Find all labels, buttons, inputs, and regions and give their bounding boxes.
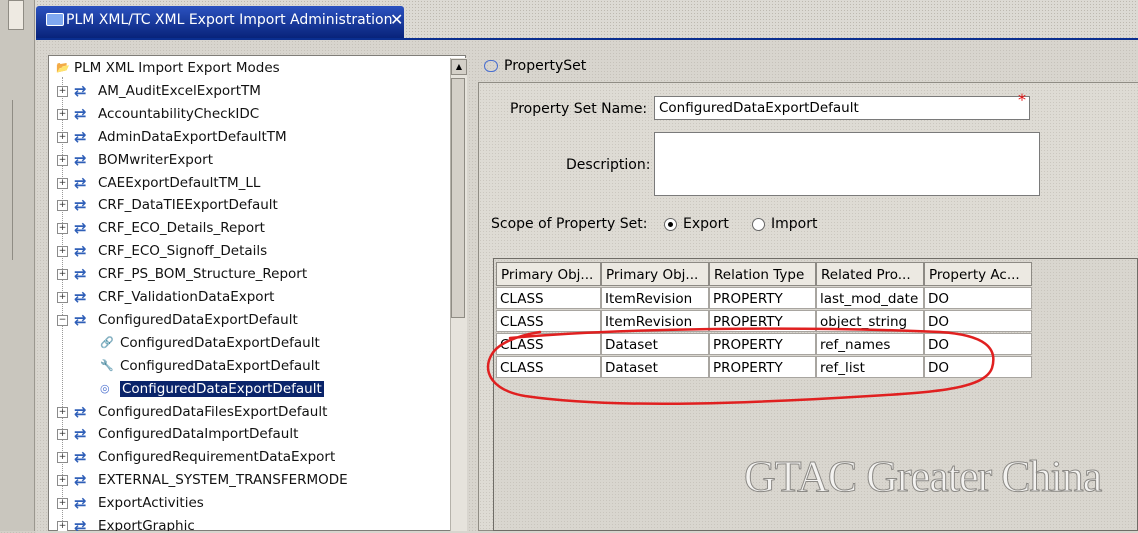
- tree-item[interactable]: ExportActivities: [98, 492, 204, 514]
- column-header[interactable]: Relation Type: [709, 262, 816, 286]
- tree-item[interactable]: ConfiguredDataFilesExportDefault: [98, 401, 327, 423]
- collapse-icon[interactable]: −: [57, 314, 68, 326]
- tree-item[interactable]: ConfiguredDataImportDefault: [98, 423, 298, 445]
- property-set-icon: [484, 60, 498, 72]
- transfer-mode-icon: ⇄: [74, 196, 87, 215]
- expand-icon[interactable]: +: [57, 154, 68, 166]
- annotation-circle: [486, 327, 995, 406]
- expand-icon[interactable]: +: [57, 429, 68, 441]
- scrollbar-thumb[interactable]: [451, 78, 465, 318]
- tree-item[interactable]: CRF_ECO_Signoff_Details: [98, 240, 267, 262]
- scope-export-label: Export: [683, 216, 729, 232]
- expand-icon[interactable]: +: [57, 108, 68, 120]
- tree-root-label: PLM XML Import Export Modes: [74, 60, 280, 76]
- transfer-mode-icon: ⇄: [74, 150, 87, 169]
- column-header[interactable]: Property Ac...: [924, 262, 1032, 286]
- transfer-mode-icon: ⇄: [74, 517, 87, 531]
- dock-divider: [12, 100, 31, 260]
- expand-icon[interactable]: +: [57, 406, 68, 418]
- expand-icon[interactable]: +: [57, 452, 68, 464]
- property-set-name-label: Property Set Name:: [510, 101, 648, 117]
- transfer-mode-icon: ⇄: [74, 425, 87, 444]
- transfer-mode-icon: ⇄: [74, 265, 87, 284]
- tree-child-item[interactable]: ConfiguredDataExportDefault: [119, 378, 325, 400]
- transfer-mode-icon: ⇄: [74, 448, 87, 467]
- column-header[interactable]: Primary Obj...: [601, 262, 709, 286]
- tree-item[interactable]: EXTERNAL_SYSTEM_TRANSFERMODE: [98, 469, 348, 491]
- required-indicator: *: [1018, 90, 1026, 109]
- application-icon: [46, 13, 64, 26]
- tree-item[interactable]: CRF_ECO_Details_Report: [98, 217, 265, 239]
- dock-handle[interactable]: [8, 0, 24, 30]
- table-cell[interactable]: PROPERTY: [709, 287, 816, 309]
- transfer-mode-icon: ⇄: [74, 471, 87, 490]
- expand-icon[interactable]: +: [57, 131, 68, 143]
- table-cell[interactable]: DO: [924, 287, 1032, 309]
- expand-icon[interactable]: +: [57, 269, 68, 281]
- expand-icon[interactable]: +: [57, 223, 68, 235]
- scope-label: Scope of Property Set:: [491, 216, 648, 232]
- property-set-name-field[interactable]: ConfiguredDataExportDefault: [654, 96, 1030, 120]
- column-header[interactable]: Primary Obj...: [496, 262, 601, 286]
- tree-item[interactable]: CRF_ValidationDataExport: [98, 286, 274, 308]
- transfer-mode-icon: ⇄: [74, 494, 87, 513]
- tree-child-label: ConfiguredDataExportDefault: [119, 379, 325, 398]
- column-header[interactable]: Related Pro...: [816, 262, 924, 286]
- transfer-mode-icon: ⇄: [74, 219, 87, 238]
- folder-icon: 📂: [56, 61, 70, 74]
- table-cell[interactable]: ItemRevision: [601, 287, 709, 309]
- expand-icon[interactable]: +: [57, 498, 68, 510]
- expand-icon[interactable]: +: [57, 85, 68, 97]
- tree-item[interactable]: AdminDataExportDefaultTM: [98, 126, 287, 148]
- tree-item[interactable]: ExportGraphic: [98, 515, 195, 531]
- transfer-mode-icon: ⇄: [74, 81, 87, 100]
- description-label: Description:: [566, 157, 651, 173]
- transfer-mode-icon: ⇄: [74, 288, 87, 306]
- closure-rule-icon: 🔗: [100, 335, 114, 349]
- scope-import-radio[interactable]: [752, 218, 765, 231]
- scope-import-label: Import: [771, 216, 818, 232]
- expand-icon[interactable]: +: [57, 292, 68, 303]
- tree-content: 📂 PLM XML Import Export Modes + ⇄ AM_AuditEx…: [48, 55, 448, 531]
- tree-item[interactable]: ConfiguredRequirementDataExport: [98, 446, 335, 468]
- tree-child-item[interactable]: ConfiguredDataExportDefault: [120, 332, 320, 354]
- transfer-mode-icon: ⇄: [74, 104, 87, 123]
- description-field[interactable]: [654, 132, 1040, 196]
- tree-child-label: ConfiguredDataExportDefault: [120, 334, 320, 351]
- transfer-mode-icon: ⇄: [74, 242, 87, 261]
- tree-item[interactable]: AM_AuditExcelExportTM: [98, 80, 261, 102]
- tree-item[interactable]: BOMwriterExport: [98, 149, 213, 171]
- table-cell[interactable]: CLASS: [496, 287, 601, 309]
- tree-child-item[interactable]: ConfiguredDataExportDefault: [120, 355, 320, 377]
- tree-item[interactable]: CAEExportDefaultTM_LL: [98, 172, 260, 194]
- expand-icon[interactable]: +: [57, 521, 68, 531]
- property-set-icon: ◎: [100, 381, 110, 395]
- scope-export-radio[interactable]: [664, 218, 677, 231]
- tree-item[interactable]: CRF_PS_BOM_Structure_Report: [98, 263, 307, 285]
- transfer-mode-icon: ⇄: [74, 402, 87, 421]
- expand-icon[interactable]: +: [57, 475, 68, 487]
- transfer-mode-icon: ⇄: [74, 310, 87, 329]
- scroll-up-icon[interactable]: ▲: [451, 59, 467, 75]
- expand-icon[interactable]: +: [57, 246, 68, 258]
- watermark: GTAC Greater China: [743, 452, 1102, 502]
- expand-icon[interactable]: +: [57, 177, 68, 189]
- close-icon[interactable]: ✕: [390, 10, 403, 30]
- panel-title: PropertySet: [504, 58, 587, 74]
- tree-child-label: ConfiguredDataExportDefault: [120, 357, 320, 374]
- table-cell[interactable]: last_mod_date: [816, 287, 924, 309]
- filter-rule-icon: 🔧: [100, 358, 114, 372]
- left-dock-margin: [0, 0, 35, 531]
- tree-item[interactable]: AccountabilityCheckIDC: [98, 103, 259, 125]
- transfer-mode-icon: ⇄: [74, 173, 87, 192]
- tree-item[interactable]: ConfiguredDataExportDefault: [98, 309, 298, 331]
- tab-title: PLM XML/TC XML Export Import Administrat…: [66, 12, 393, 28]
- transfer-mode-icon: ⇄: [74, 127, 87, 146]
- expand-icon[interactable]: +: [57, 200, 68, 212]
- tree-item[interactable]: CRF_DataTIEExportDefault: [98, 194, 278, 216]
